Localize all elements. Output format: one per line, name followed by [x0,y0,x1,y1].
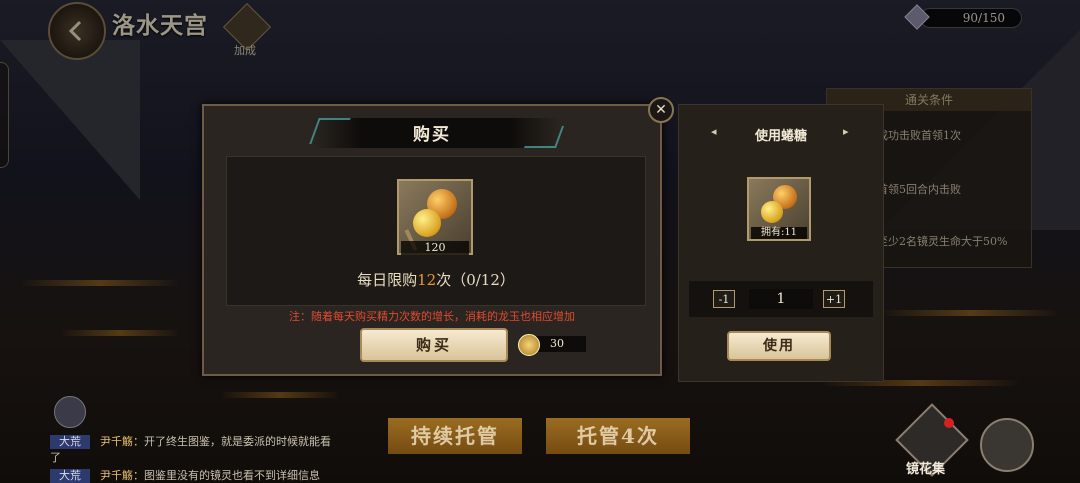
use-button[interactable]: 使用 [727,331,831,361]
continuous-auto-button[interactable]: 持续托管 [388,418,522,454]
owned-count: 拥有:11 [751,227,807,239]
chat-channel-tag: 大荒 [50,469,90,483]
chat-message: 开了终生图鉴，就是委派的时候就能看 [144,435,331,448]
limit-number: 12 [417,271,437,289]
chat-channel-tag: 大荒 [50,435,90,449]
chat-sender: 尹千觞： [100,469,144,482]
item-display: 120 每日限购12次（0/12） [226,156,646,306]
item-quantity: 120 [401,241,469,255]
candy-icon [413,209,441,237]
next-item-arrow-icon[interactable]: ▸ [843,125,849,138]
limit-prefix: 每日限购 [357,271,418,289]
daily-limit-text: 每日限购12次（0/12） [227,269,645,290]
item-slot[interactable]: 120 [397,179,473,255]
quantity-stepper: -1 1 +1 [689,281,873,317]
decrement-button[interactable]: -1 [713,290,735,308]
notification-dot [944,418,954,428]
use-item-panel: ◂ 使用蜷糖 ▸ 拥有:11 -1 1 +1 使用 [678,104,884,382]
dragon-jade-icon [518,334,540,356]
chat-message: 图鉴里没有的镜灵也看不到详细信息 [144,469,320,482]
cost-value: 30 [536,336,586,352]
chat-line: 大荒 尹千觞：图鉴里没有的镜灵也看不到详细信息 [50,467,320,483]
use-panel-title: 使用蜷糖 [754,129,807,144]
purchase-dialog: 购买 120 每日限购12次（0/12） 注：随着每天购买精力次数的增长，消耗的… [202,104,662,376]
auto-four-button[interactable]: 托管4次 [546,418,690,454]
mirror-collection-label: 镜花集 [906,462,946,477]
dialog-title: 购买 [413,125,451,145]
chat-line: 大荒 尹千觞：开了终生图鉴，就是委派的时候就能看 [50,433,331,449]
chat-sender: 尹千觞： [100,435,144,448]
use-item-slot: 拥有:11 [747,177,811,241]
chat-avatar[interactable] [54,396,86,428]
buy-button[interactable]: 购买 [360,328,508,362]
close-button[interactable]: ✕ [648,97,674,123]
increment-button[interactable]: +1 [823,290,845,308]
candy-icon [761,201,783,223]
limit-suffix: 次（0/12） [436,271,515,289]
quantity-value[interactable]: 1 [749,289,813,309]
cost-note: 注：随着每天购买精力次数的增长，消耗的龙玉也相应增加 [289,310,575,323]
chat-line-continued: 了 [50,451,61,464]
compass-menu-button[interactable] [980,418,1034,472]
